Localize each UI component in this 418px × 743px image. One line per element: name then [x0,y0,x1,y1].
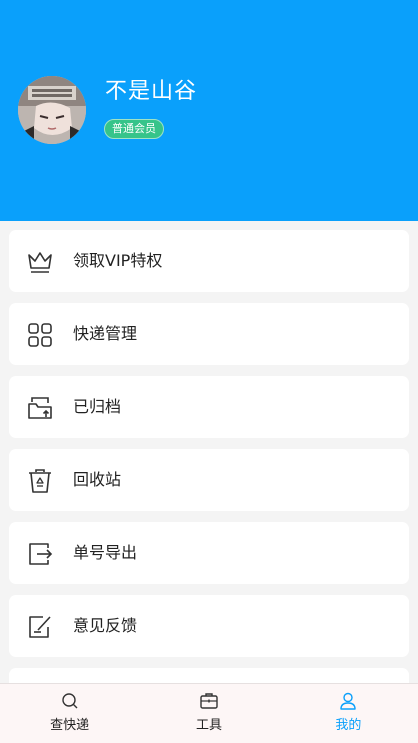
crown-icon [28,252,52,273]
username: 不是山谷 [105,79,198,104]
menu-item-label: 意见反馈 [73,616,138,635]
avatar-image [18,76,86,144]
menu-item-express-management[interactable]: 快递管理 [9,303,409,365]
member-level-badge: 普通会员 [104,119,164,139]
menu-item-label: 领取VIP特权 [73,251,163,270]
menu-item-archived[interactable]: 已归档 [9,376,409,438]
search-icon [61,693,78,709]
tab-tools[interactable]: 工具 [139,684,278,743]
archive-folder-icon [28,397,52,419]
tab-label: 我的 [335,718,362,733]
menu-item-export-numbers[interactable]: 单号导出 [9,522,409,584]
profile-header: 不是山谷 普通会员 [0,0,418,221]
bottom-tab-bar: 查快递 工具 我的 [0,683,418,743]
tab-label: 查快递 [50,718,90,733]
feedback-edit-icon [29,616,51,638]
toolbox-icon [200,693,218,709]
menu-item-label: 单号导出 [73,543,138,562]
tab-track-express[interactable]: 查快递 [0,684,139,743]
menu-list: 领取VIP特权 快递管理 已归档 回收站 单号导出 意见反馈 [9,230,409,741]
avatar[interactable] [18,76,86,144]
menu-item-recycle-bin[interactable]: 回收站 [9,449,409,511]
menu-item-label: 回收站 [73,470,122,489]
tab-label: 工具 [195,718,222,733]
menu-item-label: 快递管理 [73,324,138,343]
menu-item-label: 已归档 [73,397,122,416]
menu-item-feedback[interactable]: 意见反馈 [9,595,409,657]
recycle-bin-icon [29,469,51,493]
menu-item-vip[interactable]: 领取VIP特权 [9,230,409,292]
grid-icon [28,323,52,347]
export-icon [29,543,53,565]
tab-mine[interactable]: 我的 [279,684,418,743]
user-icon [340,692,357,710]
